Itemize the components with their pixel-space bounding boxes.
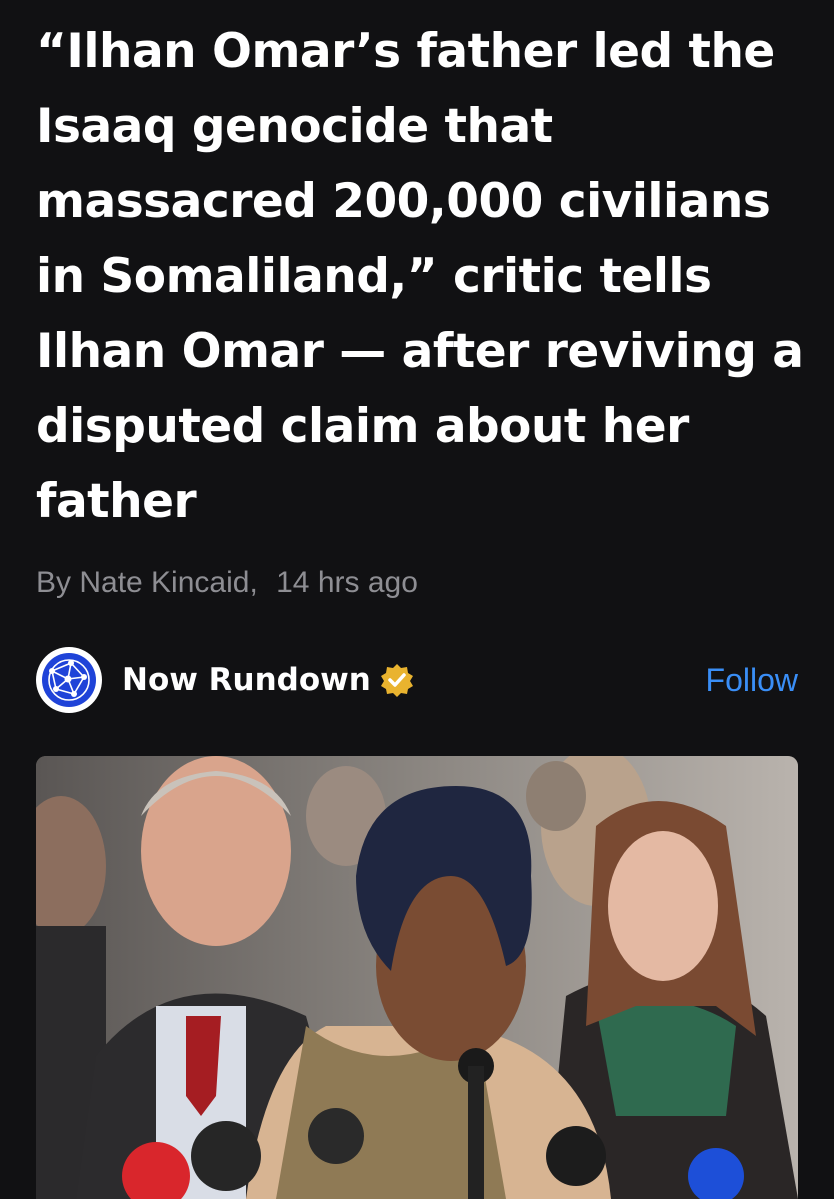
follow-button[interactable]: Follow [706, 662, 798, 699]
byline-time: 14 hrs ago [276, 566, 418, 599]
publisher-name[interactable]: Now Rundown [122, 662, 371, 698]
news-photo-image[interactable] [36, 756, 798, 1199]
verified-badge-icon [379, 662, 415, 698]
byline-author[interactable]: By Nate Kincaid, [36, 566, 258, 599]
publisher-row: Now Rundown Follow [36, 646, 798, 714]
network-globe-icon[interactable] [36, 647, 102, 713]
article-byline: By Nate Kincaid, 14 hrs ago [36, 566, 418, 600]
article-headline: “Ilhan Omar’s father led the Isaaq genoc… [36, 24, 804, 529]
